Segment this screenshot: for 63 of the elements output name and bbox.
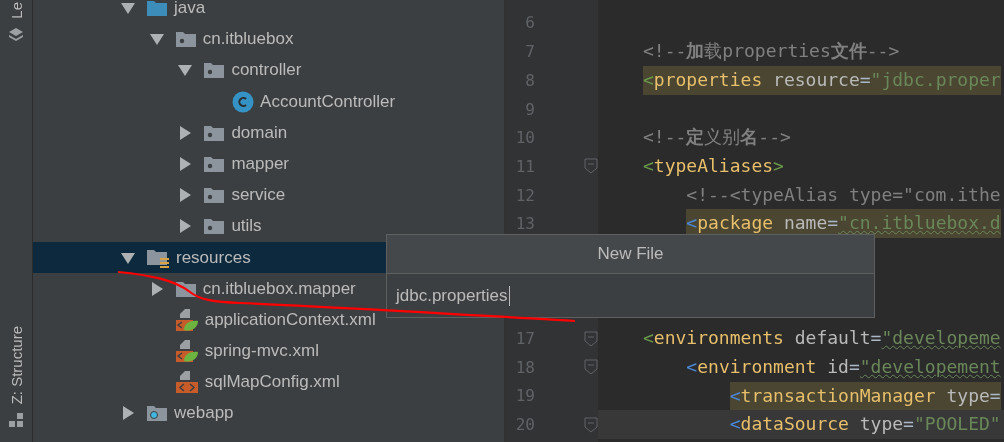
collapsed-arrow-icon[interactable] bbox=[178, 188, 193, 203]
structure-icon[interactable] bbox=[8, 412, 24, 428]
code-line: <!--加载properties文件--> bbox=[643, 39, 900, 64]
tree-item[interactable]: cn.itbluebox.mapper bbox=[202, 278, 356, 299]
fold-marker-icon[interactable] bbox=[584, 330, 598, 347]
code-line: <environments default="developeme bbox=[643, 326, 1001, 351]
layers-icon[interactable] bbox=[8, 26, 24, 43]
expanded-arrow-icon[interactable] bbox=[149, 32, 164, 47]
expanded-arrow-icon[interactable] bbox=[121, 1, 135, 15]
fold-marker-icon[interactable] bbox=[584, 158, 598, 175]
collapsed-arrow-icon[interactable] bbox=[178, 219, 193, 234]
tree-row-highlight[interactable]: service bbox=[33, 179, 504, 211]
collapsed-arrow-icon[interactable] bbox=[178, 156, 193, 171]
web-folder-icon bbox=[146, 403, 168, 424]
spring-xml-file-icon bbox=[174, 339, 199, 364]
tree-row-highlight[interactable]: applicationContext.xml bbox=[33, 304, 504, 336]
dialog-title: New File bbox=[597, 244, 664, 264]
fold-marker-icon[interactable] bbox=[584, 416, 598, 433]
collapsed-arrow-icon[interactable] bbox=[178, 125, 193, 140]
expanded-arrow-icon[interactable] bbox=[178, 63, 193, 78]
tree-row-highlight[interactable]: controller bbox=[33, 54, 504, 86]
tree-item[interactable]: java bbox=[174, 0, 206, 18]
tree-item[interactable]: webapp bbox=[174, 403, 234, 424]
package-icon bbox=[203, 185, 226, 206]
tree-row-highlight[interactable]: domain bbox=[33, 117, 504, 149]
code-line: <!--定义别名--> bbox=[643, 125, 791, 150]
package-icon bbox=[174, 29, 197, 50]
collapsed-arrow-icon[interactable] bbox=[121, 406, 135, 421]
folder-icon bbox=[146, 0, 168, 18]
tree-item[interactable]: utils bbox=[231, 216, 262, 237]
tree-row-highlight[interactable]: java bbox=[33, 0, 504, 24]
code-line: <dataSource type="POOLED" bbox=[729, 412, 1001, 437]
code-line: <environment id="developement bbox=[686, 354, 1001, 379]
code-line: <typeAliases> bbox=[643, 154, 784, 179]
tree-item[interactable]: service bbox=[231, 185, 286, 206]
package-icon bbox=[203, 60, 226, 81]
package-icon bbox=[203, 216, 226, 237]
tree-item[interactable]: cn.itbluebox bbox=[202, 29, 294, 50]
tree-item[interactable]: controller bbox=[231, 60, 302, 81]
tree-item[interactable]: AccountController bbox=[260, 91, 396, 112]
tool-window-label[interactable]: Le bbox=[7, 2, 25, 19]
tree-row-highlight[interactable]: utils bbox=[33, 210, 504, 242]
tree-row-highlight[interactable]: mapper bbox=[33, 148, 504, 180]
spring-xml-file-icon bbox=[174, 307, 199, 332]
tree-item[interactable]: mapper bbox=[231, 153, 290, 174]
tree-row-highlight[interactable]: cn.itbluebox bbox=[33, 23, 504, 55]
xml-file-icon bbox=[174, 370, 199, 395]
tree-item[interactable]: domain bbox=[231, 122, 288, 143]
tree-item[interactable]: resources bbox=[176, 247, 251, 268]
tree-row-highlight[interactable]: webapp bbox=[33, 397, 504, 430]
fold-marker-icon[interactable] bbox=[584, 359, 598, 376]
collapsed-arrow-icon[interactable] bbox=[149, 281, 164, 296]
tree-item[interactable]: spring-mvc.xml bbox=[204, 341, 319, 362]
tree-row-highlight[interactable]: sqlMapConfig.xml bbox=[33, 366, 504, 398]
tree-item[interactable]: applicationContext.xml bbox=[204, 309, 376, 330]
code-line: <!--<typeAlias type="com.ithe bbox=[686, 182, 1001, 207]
class-icon bbox=[232, 90, 255, 113]
file-name-field[interactable]: jdbc.properties bbox=[396, 285, 510, 306]
tool-window-label[interactable]: Z: Structure bbox=[7, 325, 25, 404]
expanded-arrow-icon[interactable] bbox=[121, 250, 135, 265]
tree-row-highlight[interactable]: AccountController bbox=[33, 85, 504, 118]
tree-item[interactable]: sqlMapConfig.xml bbox=[204, 372, 340, 393]
tree-row-highlight[interactable]: spring-mvc.xml bbox=[33, 335, 504, 367]
